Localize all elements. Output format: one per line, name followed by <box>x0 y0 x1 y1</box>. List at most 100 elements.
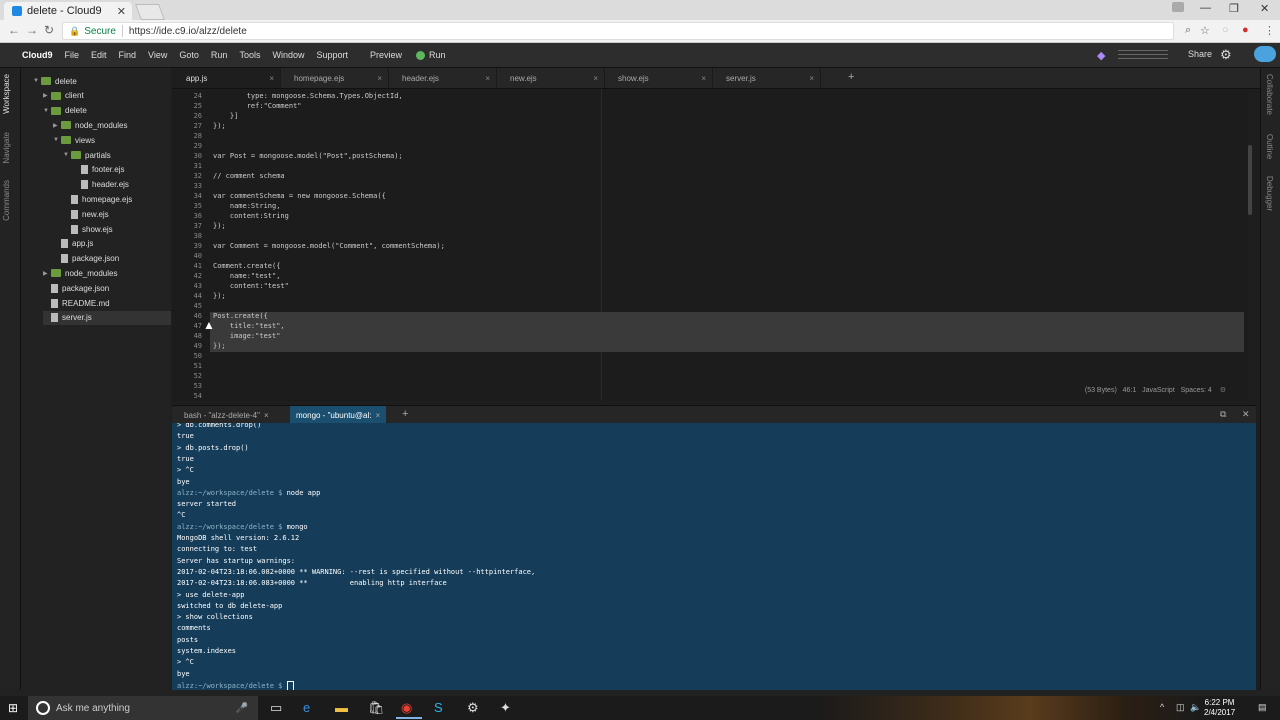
settings-icon[interactable]: ⚙ <box>467 700 479 716</box>
menu-edit[interactable]: Edit <box>91 50 107 60</box>
menu-tools[interactable]: Tools <box>239 50 260 60</box>
close-icon[interactable]: × <box>593 74 598 83</box>
zoom-icon[interactable]: ⌕ <box>1185 24 1191 37</box>
terminal-tab-bash[interactable]: bash - "alzz-delete-4" × <box>184 406 269 424</box>
chrome-icon[interactable]: ◉ <box>401 700 412 716</box>
tree-folder[interactable]: ▼ delete <box>33 74 171 88</box>
chevron-right-icon[interactable]: ▶ <box>43 92 51 99</box>
indent-setting[interactable]: Spaces: 4 <box>1181 387 1212 394</box>
chevron-right-icon[interactable]: ▶ <box>53 122 61 129</box>
preview-button[interactable]: Preview <box>370 50 402 60</box>
menu-goto[interactable]: Goto <box>179 50 199 60</box>
editor-tab[interactable]: new.ejs × <box>496 68 605 88</box>
editor-tab[interactable]: header.ejs × <box>388 68 497 88</box>
tree-folder[interactable]: ▼ delete <box>43 104 171 118</box>
menu-run[interactable]: Run <box>211 50 228 60</box>
menu-window[interactable]: Window <box>272 50 304 60</box>
close-icon[interactable]: × <box>269 74 274 83</box>
tab-outline[interactable]: Outline <box>1265 134 1274 159</box>
address-bar[interactable]: 🔒 Secure https://ide.c9.io/alzz/delete <box>62 22 1174 40</box>
tree-file[interactable]: show.ejs <box>63 222 171 236</box>
menu-view[interactable]: View <box>148 50 167 60</box>
cloud9-logo-icon[interactable] <box>1254 46 1276 62</box>
extension-icon[interactable]: ○ <box>1222 24 1229 36</box>
volume-icon[interactable]: 🔈 <box>1190 702 1201 713</box>
network-icon[interactable]: ◫ <box>1176 702 1185 713</box>
tree-folder[interactable]: ▼ views <box>53 133 171 147</box>
tree-file[interactable]: app.js <box>53 237 171 251</box>
add-tab-icon[interactable]: + <box>848 71 854 83</box>
editor-tab[interactable]: show.ejs × <box>604 68 713 88</box>
edge-icon[interactable]: e <box>303 700 310 715</box>
close-icon[interactable]: × <box>701 74 706 83</box>
close-icon[interactable]: × <box>264 411 269 420</box>
editor-tab[interactable]: server.js × <box>712 68 821 88</box>
tab-workspace[interactable]: Workspace <box>2 74 11 114</box>
windows-start-icon[interactable]: ⊞ <box>8 701 18 715</box>
chevron-down-icon[interactable]: ▼ <box>33 78 41 84</box>
system-clock[interactable]: 6:22 PM 2/4/2017 <box>1204 698 1235 718</box>
tree-folder[interactable]: ▶ node_modules <box>53 118 171 132</box>
tab-navigate[interactable]: Navigate <box>2 132 11 164</box>
opera-extension-icon[interactable]: ● <box>1242 24 1249 36</box>
chevron-right-icon[interactable]: ▶ <box>43 270 51 277</box>
chevron-down-icon[interactable]: ▼ <box>53 137 61 143</box>
close-icon[interactable]: × <box>485 74 490 83</box>
close-window-icon[interactable]: ✕ <box>1260 2 1269 15</box>
new-tab-button[interactable] <box>135 4 165 20</box>
tree-file[interactable]: server.js <box>43 310 171 325</box>
skype-icon[interactable]: S <box>434 700 443 715</box>
app-icon[interactable]: ✦ <box>500 700 511 716</box>
code-editor[interactable]: 24 25 26 27 28 29 30 31 32 33 34 35 36 37 38 39 40 41 42 43… <box>172 89 1248 401</box>
language-mode[interactable]: JavaScript <box>1142 387 1175 394</box>
menu-find[interactable]: Find <box>119 50 137 60</box>
new-terminal-icon[interactable]: + <box>402 408 408 420</box>
editor-tab[interactable]: app.js × <box>172 68 281 88</box>
tree-file[interactable]: new.ejs <box>63 207 171 221</box>
minimize-icon[interactable]: — <box>1200 2 1211 14</box>
close-tab-icon[interactable]: ✕ <box>117 5 126 18</box>
task-view-icon[interactable]: ▭ <box>270 700 282 716</box>
tray-chevron-icon[interactable]: ^ <box>1160 702 1164 712</box>
editor-scrollbar[interactable] <box>1248 145 1252 215</box>
chrome-menu-icon[interactable]: ⋮ <box>1264 24 1275 37</box>
chevron-down-icon[interactable]: ▼ <box>43 108 51 114</box>
bookmark-star-icon[interactable]: ☆ <box>1200 24 1210 37</box>
editor-tab[interactable]: homepage.ejs × <box>280 68 389 88</box>
tree-file[interactable]: homepage.ejs <box>63 192 171 206</box>
terminal-output[interactable]: > db.comments.drop() true > db.posts.drop(… <box>172 423 1256 690</box>
close-icon[interactable]: × <box>809 74 814 83</box>
tree-folder[interactable]: ▼ partials <box>63 148 171 162</box>
maximize-icon[interactable]: ❐ <box>1229 2 1239 15</box>
tree-file[interactable]: package.json <box>43 281 171 295</box>
store-icon[interactable]: 🛍 <box>368 700 385 716</box>
menu-support[interactable]: Support <box>316 50 348 60</box>
forward-icon[interactable]: → <box>26 23 38 37</box>
share-button[interactable]: Share <box>1188 49 1212 59</box>
close-panel-icon[interactable]: ✕ <box>1242 409 1250 420</box>
cloud9-brand[interactable]: Cloud9 <box>22 50 53 60</box>
tree-folder[interactable]: ▶ node_modules <box>43 266 171 280</box>
tab-debugger[interactable]: Debugger <box>1265 176 1274 211</box>
terminal-tab-mongo[interactable]: mongo - "ubuntu@al: × <box>290 406 387 424</box>
reload-icon[interactable]: ↻ <box>44 23 54 37</box>
browser-tab[interactable]: delete - Cloud9 ✕ <box>4 2 132 20</box>
microphone-icon[interactable]: 🎤 <box>236 703 248 714</box>
cortana-search[interactable]: Ask me anything 🎤 <box>28 696 258 720</box>
gear-icon[interactable]: ⚙ <box>1220 47 1232 63</box>
tab-collaborate[interactable]: Collaborate <box>1265 74 1274 115</box>
collab-icon[interactable]: ◆ <box>1097 49 1105 62</box>
tree-file[interactable]: README.md <box>43 296 171 310</box>
file-explorer-icon[interactable]: ▬ <box>335 700 348 715</box>
maximize-panel-icon[interactable]: ⧉ <box>1220 409 1226 420</box>
notifications-icon[interactable]: ▤ <box>1258 702 1267 713</box>
tree-file[interactable]: header.ejs <box>73 178 171 192</box>
profile-icon[interactable] <box>1172 2 1184 12</box>
menu-file[interactable]: File <box>65 50 80 60</box>
tree-file[interactable]: package.json <box>53 252 171 266</box>
tree-file[interactable]: footer.ejs <box>73 163 171 177</box>
back-icon[interactable]: ← <box>8 23 20 37</box>
close-icon[interactable]: × <box>377 74 382 83</box>
editor-settings-icon[interactable]: ⚙ <box>1220 387 1226 394</box>
tree-folder[interactable]: ▶ client <box>43 89 171 103</box>
